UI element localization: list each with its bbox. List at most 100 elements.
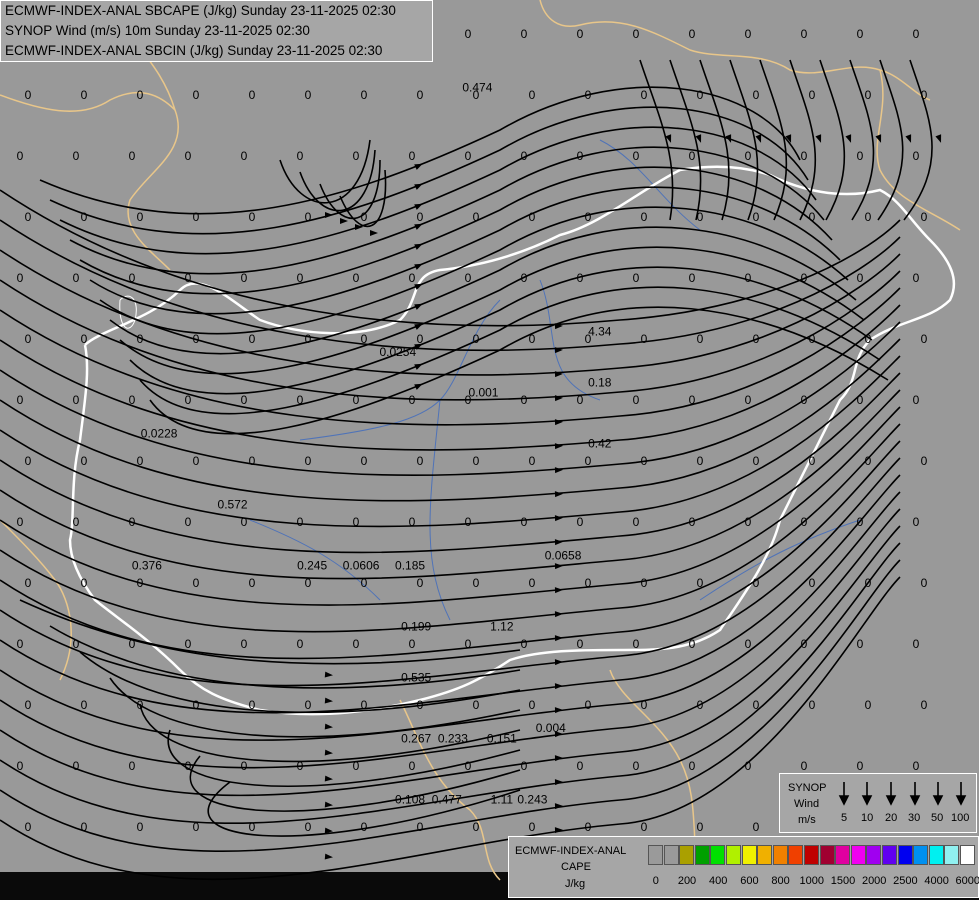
- synop-speed-label: 10: [861, 812, 874, 824]
- cape-swatch: [882, 845, 897, 865]
- zero-label: 0: [409, 637, 416, 651]
- zero-label: 0: [73, 149, 80, 163]
- zero-label: 0: [865, 210, 872, 224]
- zero-label: 0: [801, 27, 808, 41]
- zero-label: 0: [753, 454, 760, 468]
- cape-tick-label: 1500: [830, 875, 856, 887]
- cape-swatch: [694, 845, 710, 865]
- zero-label: 0: [697, 820, 704, 834]
- zero-label: 0: [185, 637, 192, 651]
- zero-label: 0: [633, 271, 640, 285]
- zero-label: 0: [129, 149, 136, 163]
- zero-label: 0: [745, 637, 752, 651]
- zero-label: 0: [241, 271, 248, 285]
- value-label: 0.267: [401, 731, 431, 745]
- zero-label: 0: [913, 759, 920, 773]
- zero-label: 0: [857, 637, 864, 651]
- synop-speed-label: 5: [841, 812, 848, 824]
- zero-label: 0: [353, 271, 360, 285]
- cape-tick-label: 600: [740, 875, 759, 887]
- value-label: 0.42: [588, 436, 612, 450]
- cape-swatch: [804, 845, 819, 865]
- zero-label: 0: [465, 515, 472, 529]
- zero-label: 0: [361, 454, 368, 468]
- zero-label: 0: [465, 149, 472, 163]
- cape-swatch: [960, 845, 975, 865]
- zero-label: 0: [801, 759, 808, 773]
- cape-tick-label: 1000: [799, 875, 825, 887]
- zero-label: 0: [129, 759, 136, 773]
- zero-label: 0: [641, 88, 648, 102]
- zero-label: 0: [241, 149, 248, 163]
- zero-label: 0: [193, 576, 200, 590]
- zero-label: 0: [249, 332, 256, 346]
- cape-swatch: [679, 845, 695, 865]
- synop-speed-label: 20: [885, 812, 898, 824]
- zero-label: 0: [417, 88, 424, 102]
- value-label: 4.34: [588, 325, 612, 339]
- cape-tick-label: 2500: [893, 875, 918, 887]
- wind-arrows-icon: [838, 782, 967, 806]
- cape-swatch: [648, 845, 663, 865]
- zero-label: 0: [633, 27, 640, 41]
- synop-speed-label: 30: [908, 812, 921, 824]
- zero-label: 0: [17, 271, 24, 285]
- zero-label: 0: [801, 149, 808, 163]
- zero-label: 0: [689, 27, 696, 41]
- zero-label: 0: [249, 576, 256, 590]
- zero-label: 0: [409, 271, 416, 285]
- cape-swatch: [741, 845, 757, 865]
- zero-label: 0: [809, 698, 816, 712]
- header-line-cape: ECMWF-INDEX-ANAL SBCAPE (J/kg) Sunday 23…: [5, 3, 396, 18]
- cape-tick-label: 4000: [924, 875, 949, 887]
- zero-label: 0: [857, 27, 864, 41]
- cape-tick-label: 2000: [861, 875, 887, 887]
- weather-map[interactable]: 0 0 0 0 0 0 0 0 0 0 0 0 0 0 0 0 0 0 0 0 0 0 0 0 0 0 0 0 0 0 0 0 0 0 0 0 0 0 0 0…: [0, 0, 979, 900]
- zero-label: 0: [633, 515, 640, 529]
- zero-label: 0: [353, 149, 360, 163]
- zero-label: 0: [641, 576, 648, 590]
- zero-label: 0: [585, 698, 592, 712]
- zero-label: 0: [913, 393, 920, 407]
- cape-tick-label: 400: [709, 875, 728, 887]
- cape-swatch: [788, 845, 804, 865]
- zero-label: 0: [529, 820, 536, 834]
- value-label: 0.233: [438, 731, 468, 745]
- zero-label: 0: [297, 637, 304, 651]
- zero-label: 0: [809, 576, 816, 590]
- value-label: 0.004: [536, 721, 566, 735]
- value-label: 0.474: [462, 81, 492, 95]
- zero-label: 0: [305, 332, 312, 346]
- zero-label: 0: [417, 576, 424, 590]
- zero-label: 0: [745, 393, 752, 407]
- zero-label: 0: [17, 637, 24, 651]
- cape-tick-label: 800: [771, 875, 790, 887]
- value-label: 0.185: [395, 559, 425, 573]
- zero-label: 0: [745, 271, 752, 285]
- zero-label: 0: [137, 210, 144, 224]
- zero-label: 0: [361, 820, 368, 834]
- value-label: 0.0606: [343, 559, 380, 573]
- value-label: 0.151: [487, 731, 517, 745]
- zero-label: 0: [641, 820, 648, 834]
- zero-label: 0: [697, 332, 704, 346]
- cape-swatch: [819, 845, 835, 865]
- zero-label: 0: [865, 698, 872, 712]
- value-label: 0.535: [401, 670, 431, 684]
- zero-label: 0: [577, 515, 584, 529]
- cape-swatch: [850, 845, 866, 865]
- zero-label: 0: [137, 820, 144, 834]
- zero-label: 0: [913, 27, 920, 41]
- zero-label: 0: [25, 332, 32, 346]
- zero-label: 0: [913, 149, 920, 163]
- cape-swatch: [757, 845, 773, 865]
- value-label: 0.245: [297, 559, 327, 573]
- zero-label: 0: [633, 149, 640, 163]
- zero-label: 0: [521, 27, 528, 41]
- value-label: 1.11: [491, 792, 514, 806]
- zero-label: 0: [193, 454, 200, 468]
- cape-color-legend: ECMWF-INDEX-ANAL CAPE J/kg 0 200 400 600 800…: [508, 836, 979, 898]
- zero-label: 0: [577, 759, 584, 773]
- cape-swatch: [663, 845, 679, 865]
- zero-label: 0: [17, 515, 24, 529]
